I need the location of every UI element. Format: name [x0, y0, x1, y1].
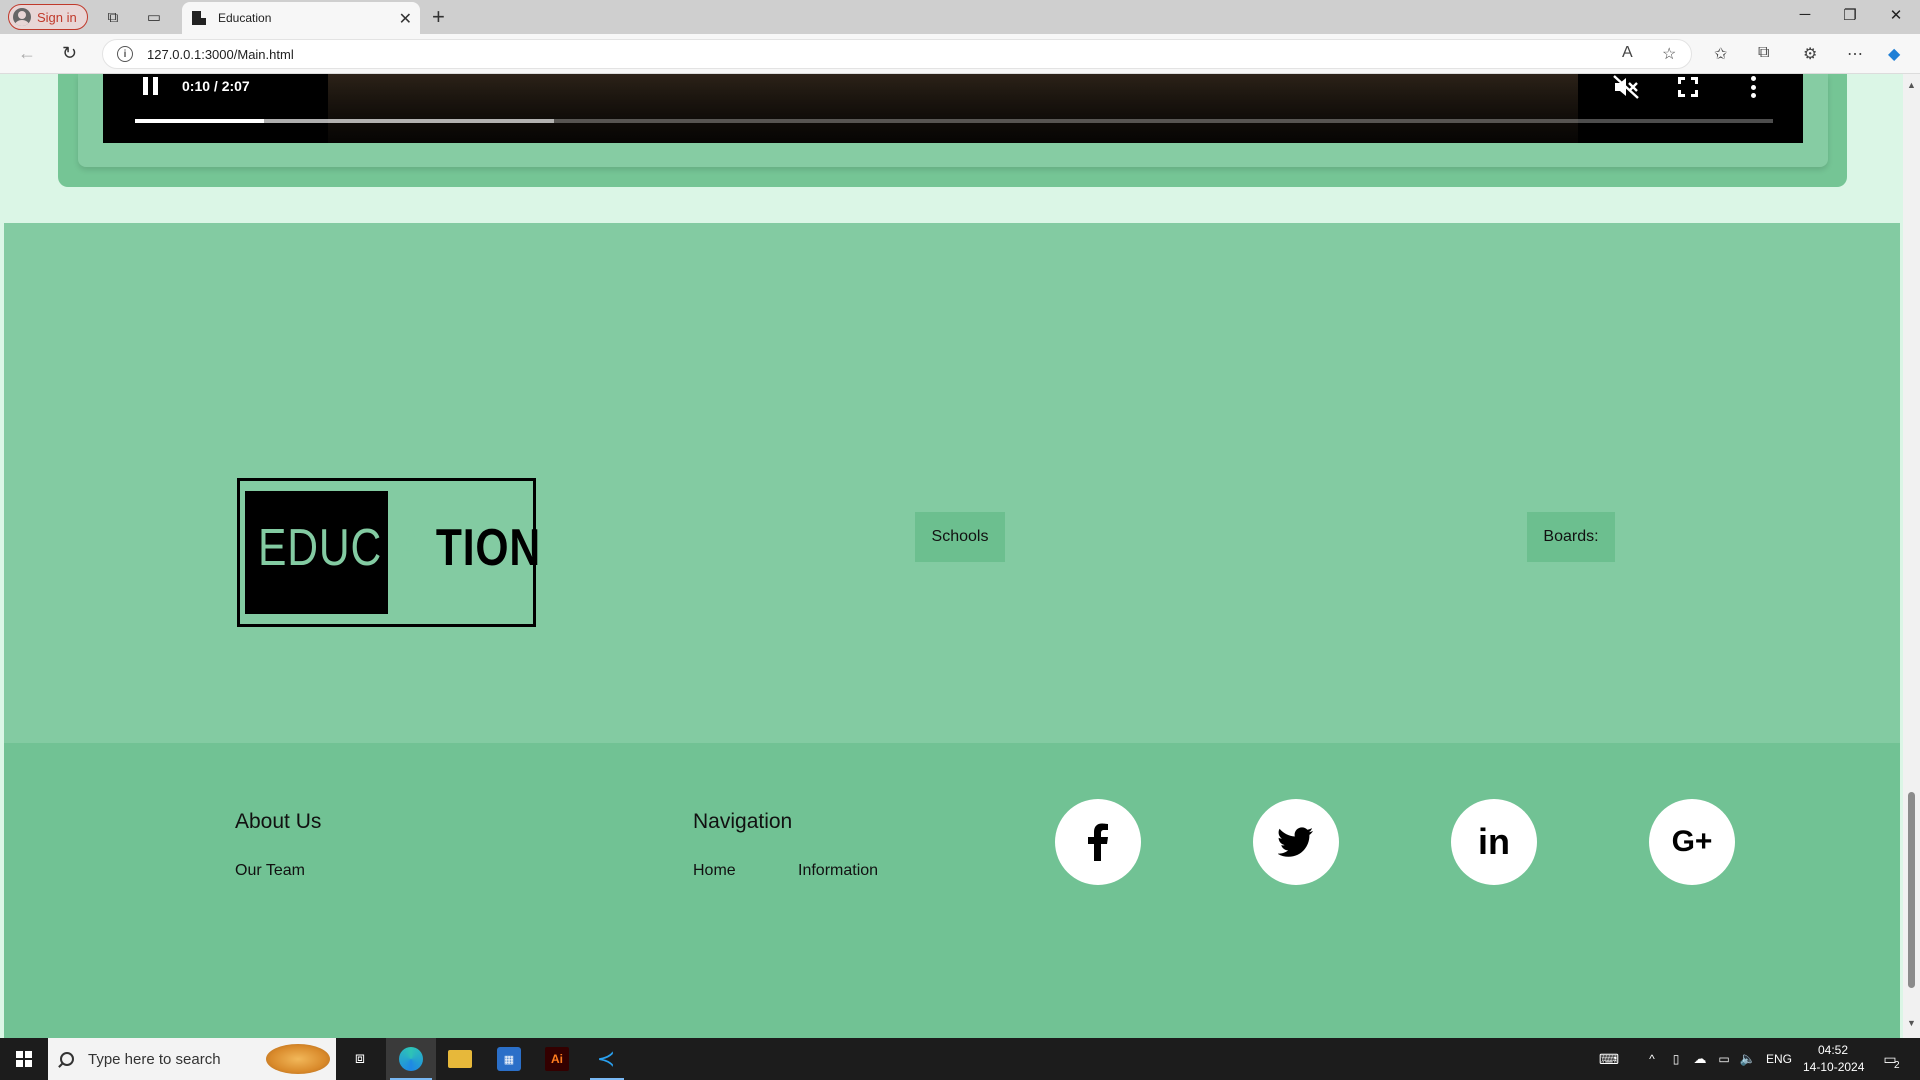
copilot-icon[interactable]: ◆: [1888, 44, 1900, 64]
education-logo: EDUC A TION: [237, 478, 540, 627]
store-icon[interactable]: ▦: [497, 1047, 521, 1071]
network-icon[interactable]: ▭: [1712, 1047, 1736, 1071]
scrollbar-thumb[interactable]: [1908, 792, 1915, 988]
read-aloud-icon[interactable]: A: [1622, 44, 1633, 62]
scroll-up-icon[interactable]: ▲: [1907, 80, 1916, 90]
video-time: 0:10 / 2:07: [182, 78, 250, 94]
task-view-icon[interactable]: ⧈: [348, 1047, 372, 1071]
scroll-down-icon[interactable]: ▼: [1907, 1018, 1916, 1028]
refresh-icon[interactable]: ↻: [62, 43, 77, 64]
navigation-heading: Navigation: [693, 810, 793, 833]
logo-text: EDUC A TION: [258, 518, 541, 578]
muted-speaker-icon[interactable]: [1612, 74, 1640, 100]
new-tab-button[interactable]: +: [432, 4, 445, 30]
restore-icon[interactable]: ❐: [1840, 6, 1860, 24]
page-viewport: 0:10 / 2:07 EDUC A TION Schools Boards: …: [0, 74, 1920, 1038]
file-explorer-icon[interactable]: [448, 1050, 472, 1068]
sign-in-button[interactable]: Sign in: [8, 4, 88, 30]
edge-taskbar-button[interactable]: [386, 1038, 436, 1080]
close-window-icon[interactable]: ✕: [1886, 6, 1906, 24]
illustrator-icon[interactable]: Ai: [545, 1047, 569, 1071]
video-progress-bar[interactable]: [135, 119, 1773, 123]
onedrive-icon[interactable]: ☁: [1688, 1047, 1712, 1071]
clock-time[interactable]: 04:52: [1818, 1043, 1848, 1057]
page-scrollbar[interactable]: ▲ ▼: [1903, 74, 1920, 1038]
language-indicator[interactable]: ENG: [1766, 1052, 1792, 1066]
favorite-star-icon[interactable]: ☆: [1662, 44, 1676, 64]
schools-button[interactable]: Schools: [915, 512, 1005, 562]
fullscreen-icon[interactable]: [1678, 77, 1698, 97]
url-text: 127.0.0.1:3000/Main.html: [147, 46, 294, 62]
google-plus-icon[interactable]: G+: [1649, 799, 1735, 885]
vscode-icon[interactable]: ≺: [594, 1046, 618, 1071]
home-link[interactable]: Home: [693, 862, 736, 880]
page-favicon-icon: [192, 11, 207, 25]
clock-date[interactable]: 14-10-2024: [1803, 1060, 1864, 1074]
search-icon: [60, 1052, 74, 1066]
address-bar-row: ← ↻ i 127.0.0.1:3000/Main.html A ☆ ✩ ⧉ ⚙…: [0, 34, 1920, 74]
search-highlight-image: [266, 1044, 330, 1074]
browser-tab-bar: Sign in ⧉ ▭ Education ✕ + ─ ❐ ✕: [0, 0, 1920, 34]
url-field[interactable]: i 127.0.0.1:3000/Main.html: [102, 39, 1692, 69]
search-placeholder: Type here to search: [88, 1050, 221, 1068]
logo-text-part1: EDUC: [258, 519, 383, 577]
information-link[interactable]: Information: [798, 862, 878, 880]
more-menu-icon[interactable]: ⋯: [1847, 44, 1863, 64]
device-icon[interactable]: ▯: [1664, 1047, 1688, 1071]
video-more-icon[interactable]: [1750, 76, 1756, 98]
tray-chevron-icon[interactable]: ^: [1640, 1047, 1664, 1071]
tab-title: Education: [218, 11, 272, 25]
keyboard-icon[interactable]: ⌨: [1597, 1047, 1621, 1071]
close-tab-icon[interactable]: ✕: [399, 9, 412, 29]
video-shade: [103, 74, 1803, 143]
tab-education[interactable]: Education ✕: [182, 2, 420, 34]
windows-start-icon[interactable]: [16, 1051, 32, 1067]
sign-in-label: Sign in: [37, 9, 77, 25]
profile-icon: [13, 8, 31, 26]
volume-icon[interactable]: 🔈: [1736, 1047, 1760, 1071]
collections-icon[interactable]: ⧉: [1758, 44, 1769, 62]
logo-section: EDUC A TION Schools Boards:: [4, 223, 1900, 743]
pause-icon[interactable]: [143, 77, 159, 95]
extensions-icon[interactable]: ⚙: [1803, 44, 1817, 64]
video-played: [135, 119, 264, 123]
about-us-heading: About Us: [235, 810, 322, 833]
minimize-icon[interactable]: ─: [1795, 6, 1815, 23]
video-player[interactable]: 0:10 / 2:07: [103, 74, 1803, 143]
taskbar-search[interactable]: Type here to search: [48, 1038, 336, 1080]
logo-text-part3: TION: [435, 519, 542, 577]
notification-count: 2: [1894, 1060, 1900, 1071]
facebook-icon[interactable]: [1055, 799, 1141, 885]
back-icon[interactable]: ←: [18, 43, 36, 64]
tab-actions-icon[interactable]: ▭: [144, 7, 164, 27]
windows-taskbar: Type here to search ⧈ ▦ Ai ≺ ⌨ ^ ▯ ☁ ▭ 🔈…: [0, 1038, 1920, 1080]
site-info-icon[interactable]: i: [117, 46, 133, 62]
edge-icon: [399, 1047, 423, 1071]
favorites-icon[interactable]: ✩: [1714, 44, 1727, 64]
boards-button[interactable]: Boards:: [1527, 512, 1615, 562]
logo-text-part2: A: [393, 519, 424, 577]
twitter-icon[interactable]: [1253, 799, 1339, 885]
footer: About Us Our Team Navigation Home Inform…: [4, 743, 1900, 1038]
our-team-link[interactable]: Our Team: [235, 862, 305, 880]
workspaces-icon[interactable]: ⧉: [103, 7, 123, 27]
linkedin-icon[interactable]: in: [1451, 799, 1537, 885]
